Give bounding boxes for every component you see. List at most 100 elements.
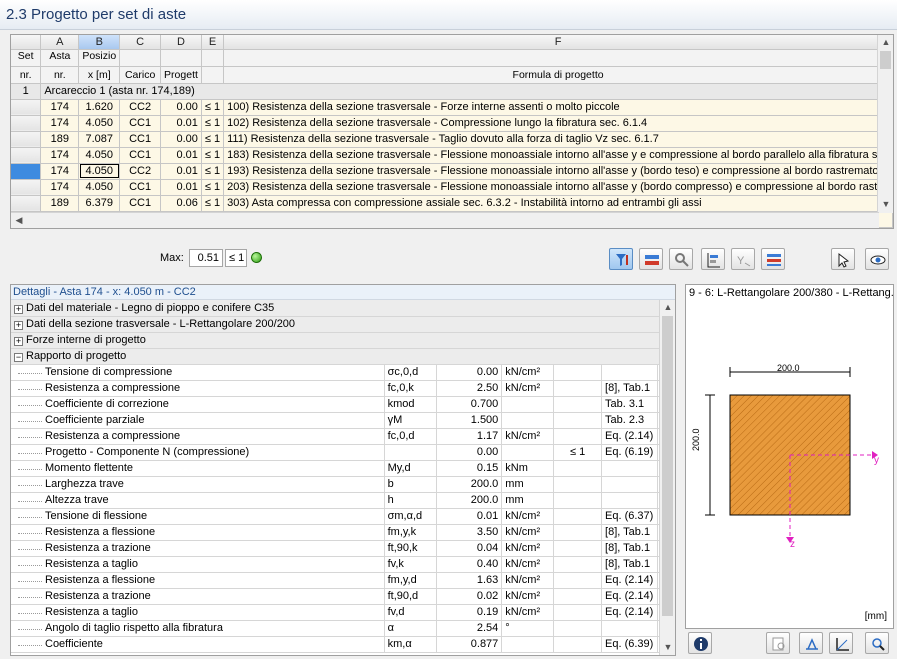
export-icon[interactable] <box>761 248 785 270</box>
scroll-up-arrow-icon[interactable]: ▲ <box>878 37 893 47</box>
design-results-table[interactable]: A B C D E F Set Asta Posizio nr. nr. x [… <box>10 34 894 229</box>
table-row[interactable]: 174 4.050 CC1 0.01 ≤ 1 102) Resistenza della … <box>11 115 893 132</box>
cell-formula[interactable]: 102) Resistenza della sezione trasversal… <box>223 115 893 132</box>
table-row[interactable]: 174 1.620 CC2 0.00 ≤ 1 100) Resistenza della … <box>11 99 893 116</box>
zoom-fit-icon[interactable] <box>865 632 889 654</box>
table-icon[interactable] <box>701 248 725 270</box>
col-letter-b[interactable]: B <box>78 35 121 50</box>
cell-asta[interactable]: 174 <box>40 163 80 180</box>
cell-position[interactable]: 4.050 <box>78 147 121 164</box>
expand-icon[interactable]: + <box>14 304 23 314</box>
cell-ratio[interactable]: 0.01 <box>160 179 202 196</box>
cell-formula[interactable]: 193) Resistenza della sezione trasversal… <box>223 163 893 180</box>
cell-ratio[interactable]: 0.01 <box>160 163 202 180</box>
table-row[interactable]: 174 4.050 CC2 0.01 ≤ 1 193) Resistenza della … <box>11 163 893 180</box>
col-letter-f[interactable]: F <box>223 35 893 50</box>
cell-carico[interactable]: CC1 <box>119 115 162 132</box>
select-icon[interactable] <box>831 248 855 270</box>
details-scroll-up-icon[interactable]: ▲ <box>660 302 675 312</box>
cell-formula[interactable]: 111) Resistenza della sezione trasversal… <box>223 131 893 148</box>
cell-position[interactable]: 7.087 <box>78 131 121 148</box>
info-icon[interactable] <box>688 632 712 654</box>
details-section-row[interactable]: + Dati della sezione trasversale - L-Rett… <box>11 316 675 333</box>
group-row[interactable]: 1 Arcareccio 1 (asta nr. 174,189) <box>11 83 893 100</box>
cell-asta[interactable]: 174 <box>40 99 80 116</box>
eye-icon[interactable] <box>865 248 889 270</box>
cell-ratio[interactable]: 0.01 <box>160 147 202 164</box>
details-scroll-down-icon[interactable]: ▼ <box>660 642 675 652</box>
cell-ratio[interactable]: 0.00 <box>160 99 202 116</box>
row-header[interactable] <box>11 163 42 180</box>
scroll-left-arrow-icon[interactable]: ◀ <box>11 215 27 226</box>
details-panel[interactable]: Dettagli - Asta 174 - x: 4.050 m - CC2 +… <box>10 284 676 656</box>
col-letter-d[interactable]: D <box>160 35 202 50</box>
cell-carico[interactable]: CC1 <box>119 147 162 164</box>
row-header[interactable] <box>11 115 42 132</box>
cell-ratio[interactable]: 0.01 <box>160 115 202 132</box>
cell-position[interactable]: 1.620 <box>78 99 121 116</box>
collapse-icon[interactable]: − <box>14 353 23 362</box>
cell-ratio[interactable]: 0.06 <box>160 195 202 212</box>
cell-carico[interactable]: CC1 <box>119 131 162 148</box>
table-row[interactable]: 189 6.379 CC1 0.06 ≤ 1 303) Asta compressa co… <box>11 195 893 212</box>
cell-formula[interactable]: 100) Resistenza della sezione trasversal… <box>223 99 893 116</box>
col-letter-e[interactable]: E <box>201 35 225 50</box>
row-header[interactable] <box>11 131 42 148</box>
cell-formula[interactable]: 183) Resistenza della sezione trasversal… <box>223 147 893 164</box>
cell-position[interactable]: 4.050 <box>78 163 121 180</box>
details-section-row[interactable]: + Dati del materiale - Legno di pioppo e … <box>11 300 675 317</box>
cell-asta[interactable]: 189 <box>40 195 80 212</box>
info-color-icon[interactable] <box>669 248 693 270</box>
row-header[interactable] <box>11 179 42 196</box>
cell-le[interactable]: ≤ 1 <box>201 179 225 196</box>
print-preview-icon[interactable] <box>766 632 790 654</box>
cell-carico[interactable]: CC2 <box>119 99 162 116</box>
details-vertical-scrollbar[interactable]: ▲ ▼ <box>659 300 675 655</box>
cell-formula[interactable]: 203) Resistenza della sezione trasversal… <box>223 179 893 196</box>
expand-icon[interactable]: + <box>14 337 23 346</box>
scroll-thumb[interactable] <box>880 51 891 69</box>
cell-carico[interactable]: CC1 <box>119 179 162 196</box>
cell-formula[interactable]: 303) Asta compressa con compressione ass… <box>223 195 893 212</box>
cell-position[interactable]: 4.050 <box>78 115 121 132</box>
section-toggle[interactable]: + Forze interne di progetto <box>11 332 658 349</box>
filter-icon[interactable] <box>609 248 633 270</box>
row-header[interactable] <box>11 195 42 212</box>
axes-icon[interactable] <box>829 632 853 654</box>
top-horizontal-scrollbar[interactable]: ◀ <box>11 212 879 228</box>
row-header[interactable] <box>11 147 42 164</box>
table-row[interactable]: 174 4.050 CC1 0.01 ≤ 1 203) Resistenza della … <box>11 179 893 196</box>
cell-asta[interactable]: 174 <box>40 179 80 196</box>
expand-icon[interactable]: + <box>14 321 23 330</box>
cell-ratio[interactable]: 0.00 <box>160 131 202 148</box>
details-section-row[interactable]: − Rapporto di progetto <box>11 348 675 365</box>
section-icon[interactable] <box>799 632 823 654</box>
table-row[interactable]: 189 7.087 CC1 0.00 ≤ 1 111) Resistenza della … <box>11 131 893 148</box>
cell-asta[interactable]: 189 <box>40 131 80 148</box>
col-letter-c[interactable]: C <box>119 35 162 50</box>
cell-le[interactable]: ≤ 1 <box>201 163 225 180</box>
col-letter-a[interactable]: A <box>40 35 80 50</box>
section-toggle[interactable]: + Dati della sezione trasversale - L-Rett… <box>11 316 658 333</box>
cell-position[interactable]: 6.379 <box>78 195 121 212</box>
cell-position[interactable]: 4.050 <box>78 179 121 196</box>
cell-asta[interactable]: 174 <box>40 115 80 132</box>
display-icon[interactable] <box>639 248 663 270</box>
section-toggle[interactable]: − Rapporto di progetto <box>11 348 658 365</box>
scroll-down-arrow-icon[interactable]: ▼ <box>878 199 893 209</box>
table-row[interactable]: 174 4.050 CC1 0.01 ≤ 1 183) Resistenza della … <box>11 147 893 164</box>
filter-y-icon[interactable]: Y <box>731 248 755 270</box>
cell-carico[interactable]: CC1 <box>119 195 162 212</box>
cell-le[interactable]: ≤ 1 <box>201 99 225 116</box>
cell-le[interactable]: ≤ 1 <box>201 115 225 132</box>
cell-le[interactable]: ≤ 1 <box>201 147 225 164</box>
row-header[interactable] <box>11 99 42 116</box>
cell-le[interactable]: ≤ 1 <box>201 195 225 212</box>
details-section-row[interactable]: + Forze interne di progetto <box>11 332 675 349</box>
top-vertical-scrollbar[interactable]: ▲ ▼ <box>877 35 893 213</box>
cell-asta[interactable]: 174 <box>40 147 80 164</box>
cell-le[interactable]: ≤ 1 <box>201 131 225 148</box>
details-scroll-thumb[interactable] <box>662 316 673 616</box>
section-toggle[interactable]: + Dati del materiale - Legno di pioppo e … <box>11 300 658 317</box>
cell-carico[interactable]: CC2 <box>119 163 162 180</box>
